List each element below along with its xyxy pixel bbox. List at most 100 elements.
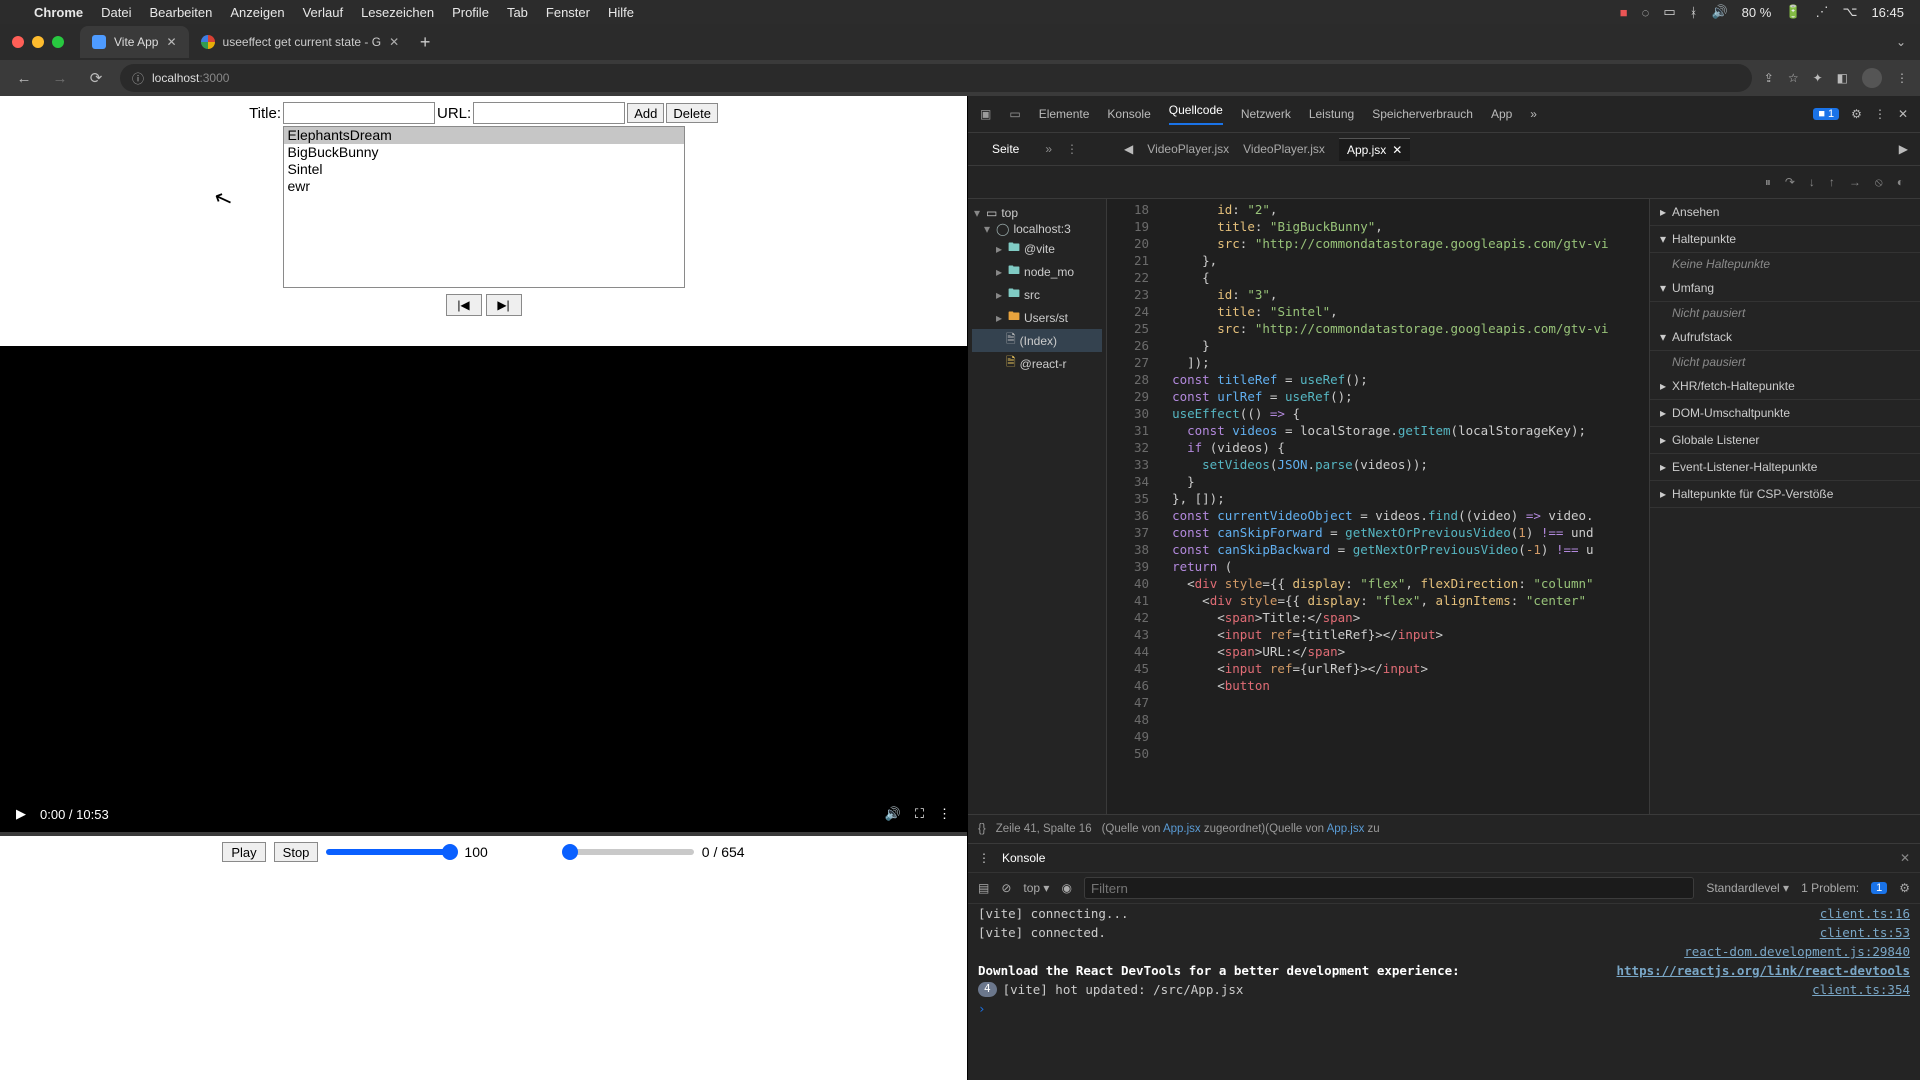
list-item[interactable]: BigBuckBunny [284, 144, 684, 161]
video-player[interactable]: ▶ 0:00 / 10:53 🔊 ⛶ ⋮ [0, 346, 967, 836]
step-icon[interactable]: → [1849, 175, 1861, 189]
step-over-icon[interactable]: ↷ [1785, 175, 1795, 189]
close-file-icon[interactable]: ✕ [1392, 143, 1402, 157]
console-prompt-icon[interactable]: › [968, 999, 1920, 1018]
status-display-icon[interactable]: ▭ [1663, 4, 1675, 20]
reload-button[interactable]: ⟳ [84, 69, 108, 87]
video-menu-icon[interactable]: ⋮ [938, 806, 951, 822]
minimize-window-icon[interactable] [32, 36, 44, 48]
slider-thumb-icon[interactable] [562, 844, 578, 860]
file-nav-prev-icon[interactable]: ◀ [1124, 142, 1133, 156]
clear-console-icon[interactable]: ⊘ [1001, 881, 1011, 895]
console-source-link[interactable]: client.ts:16 [1820, 906, 1910, 921]
bookmark-icon[interactable]: ☆ [1788, 71, 1799, 85]
menu-datei[interactable]: Datei [101, 5, 131, 20]
menu-lesezeichen[interactable]: Lesezeichen [361, 5, 434, 20]
menu-hilfe[interactable]: Hilfe [608, 5, 634, 20]
new-tab-button[interactable]: + [411, 32, 439, 53]
panel-elemente[interactable]: Elemente [1039, 107, 1090, 121]
sourcemap-link[interactable]: App.jsx [1163, 823, 1201, 835]
tree-file[interactable]: @react-r [1020, 357, 1067, 371]
step-out-icon[interactable]: ↑ [1829, 175, 1835, 189]
tree-top[interactable]: top [1001, 206, 1018, 220]
list-item[interactable]: ElephantsDream [284, 127, 684, 144]
tree-file-index[interactable]: (Index) [1020, 334, 1057, 348]
problems-count[interactable]: 1 [1871, 882, 1887, 894]
play-icon[interactable]: ▶ [16, 806, 26, 822]
issues-badge[interactable]: ■ 1 [1813, 108, 1839, 120]
settings-icon[interactable]: ⚙ [1851, 107, 1862, 121]
play-button[interactable]: Play [222, 842, 265, 862]
menu-verlauf[interactable]: Verlauf [303, 5, 343, 20]
forward-button[interactable]: → [48, 70, 72, 87]
drawer-close-icon[interactable]: ✕ [1900, 851, 1910, 865]
drawer-title[interactable]: Konsole [1002, 851, 1045, 865]
slider-thumb-icon[interactable] [442, 844, 458, 860]
panel-speicher[interactable]: Speicherverbrauch [1372, 107, 1473, 121]
file-tab[interactable]: VideoPlayer.jsx [1147, 142, 1229, 156]
devtools-close-icon[interactable]: ✕ [1898, 107, 1908, 121]
inspect-icon[interactable]: ▣ [980, 107, 991, 121]
delete-button[interactable]: Delete [666, 103, 718, 123]
menu-bearbeiten[interactable]: Bearbeiten [149, 5, 212, 20]
tree-folder[interactable]: node_mo [1024, 265, 1074, 279]
menu-tab[interactable]: Tab [507, 5, 528, 20]
code-editor[interactable]: 1819202122232425262728293031323334353637… [1107, 199, 1649, 814]
device-toolbar-icon[interactable]: ▭ [1009, 107, 1020, 121]
console-sidebar-icon[interactable]: ▤ [978, 881, 989, 895]
menu-fenster[interactable]: Fenster [546, 5, 590, 20]
tab-google-search[interactable]: useeffect get current state - G ✕ [189, 26, 412, 58]
console-filter-input[interactable] [1084, 877, 1694, 899]
address-bar[interactable]: ⓘ localhost:3000 [120, 64, 1752, 92]
status-volume-icon[interactable]: 🔊 [1711, 4, 1727, 20]
file-tab-active[interactable]: App.jsx ✕ [1339, 138, 1410, 161]
pretty-print-icon[interactable]: {} [978, 823, 986, 835]
section-breakpoints[interactable]: ▾ Haltepunkte [1650, 226, 1920, 253]
window-traffic-lights[interactable] [12, 36, 64, 48]
deactivate-bp-icon[interactable]: ⦸ [1875, 175, 1883, 190]
panel-leistung[interactable]: Leistung [1309, 107, 1354, 121]
console-settings-icon[interactable]: ⚙ [1899, 881, 1910, 895]
sourcemap-link[interactable]: App.jsx [1327, 823, 1365, 835]
sources-navigator[interactable]: ▾▭ top ▾◯ localhost:3 ▸🖿 @vite ▸🖿 node_m… [968, 199, 1107, 814]
pause-icon[interactable]: ⏸ [1765, 175, 1771, 190]
list-item[interactable]: ewr [284, 178, 684, 195]
panel-netzwerk[interactable]: Netzwerk [1241, 107, 1291, 121]
pause-exceptions-icon[interactable]: ◐ [1897, 175, 1904, 189]
status-bluetooth-icon[interactable]: ᚼ [1690, 5, 1698, 20]
subtab-seite[interactable]: Seite [980, 133, 1031, 165]
subtab-more-icon[interactable]: » [1045, 142, 1052, 156]
level-selector[interactable]: Standardlevel ▾ [1706, 881, 1789, 895]
status-rec-icon[interactable]: ■ [1620, 5, 1628, 20]
menu-anzeigen[interactable]: Anzeigen [230, 5, 284, 20]
skip-back-button[interactable]: |◀ [446, 294, 482, 316]
status-cloud-icon[interactable]: ◌ [1642, 5, 1650, 20]
tab-vite-app[interactable]: Vite App ✕ [80, 26, 189, 58]
tree-folder[interactable]: @vite [1024, 242, 1055, 256]
react-devtools-link[interactable]: https://reactjs.org/link/react-devtools [1617, 963, 1911, 978]
add-button[interactable]: Add [627, 103, 664, 123]
video-listbox[interactable]: ElephantsDream BigBuckBunny Sintel ewr [283, 126, 685, 288]
context-selector[interactable]: top ▾ [1023, 881, 1049, 895]
battery-icon[interactable]: 🔋 [1785, 4, 1801, 20]
video-progress[interactable] [0, 832, 967, 836]
tree-folder[interactable]: Users/st [1024, 311, 1068, 325]
seek-slider[interactable] [564, 849, 694, 855]
panel-konsole[interactable]: Konsole [1107, 107, 1150, 121]
section-scope[interactable]: ▾ Umfang [1650, 275, 1920, 302]
zoom-window-icon[interactable] [52, 36, 64, 48]
extensions-icon[interactable]: ✦ [1813, 71, 1823, 85]
file-tab[interactable]: VideoPlayer.jsx [1243, 142, 1325, 156]
code-content[interactable]: id: "2", title: "BigBuckBunny", src: "ht… [1157, 199, 1649, 814]
tree-folder[interactable]: src [1024, 288, 1040, 302]
volume-slider[interactable] [326, 849, 456, 855]
section-csp[interactable]: ▸ Haltepunkte für CSP-Verstöße [1650, 481, 1920, 508]
live-expression-icon[interactable]: ◉ [1061, 881, 1071, 895]
section-callstack[interactable]: ▾ Aufrufstack [1650, 324, 1920, 351]
section-xhr[interactable]: ▸ XHR/fetch-Haltepunkte [1650, 373, 1920, 400]
sidepanel-icon[interactable]: ◧ [1837, 71, 1848, 85]
panel-more-icon[interactable]: » [1530, 107, 1537, 121]
chrome-menu-icon[interactable]: ⋮ [1896, 71, 1908, 85]
menubar-app[interactable]: Chrome [34, 5, 83, 20]
section-dom[interactable]: ▸ DOM-Umschaltpunkte [1650, 400, 1920, 427]
